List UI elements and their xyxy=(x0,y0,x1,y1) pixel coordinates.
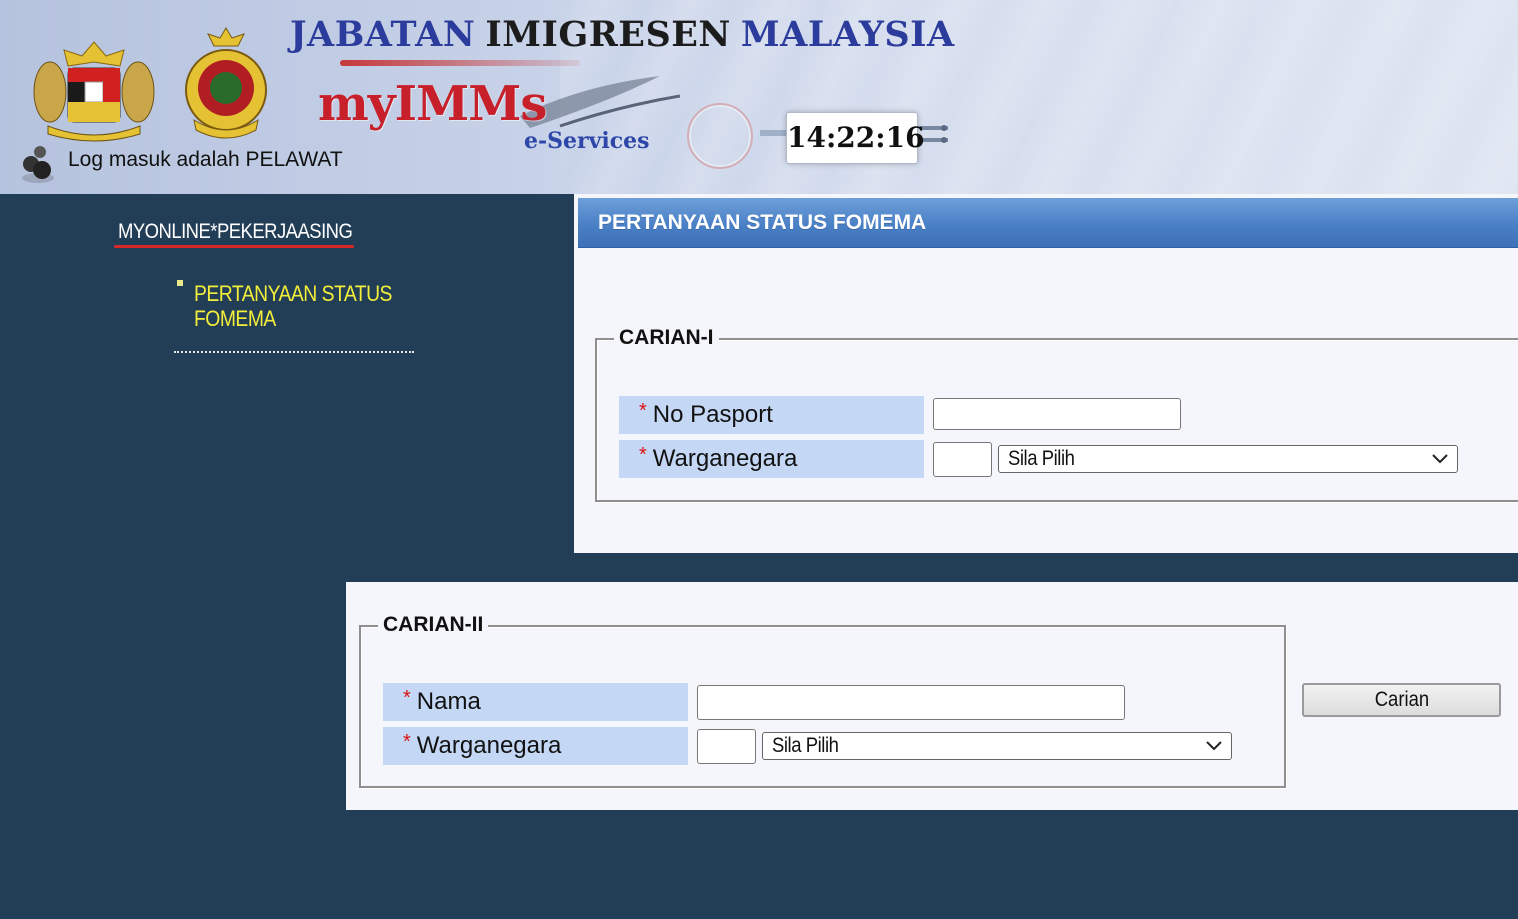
decorative-ring-graphic xyxy=(687,103,753,169)
nationality-code-input-2[interactable] xyxy=(697,729,756,764)
passport-number-input[interactable] xyxy=(933,398,1181,430)
nationality-select-1[interactable]: Sila Pilih xyxy=(998,445,1458,473)
name-input[interactable] xyxy=(697,685,1125,720)
clock-display: 14:22:16 xyxy=(786,112,925,164)
required-marker: * xyxy=(639,400,647,422)
malaysia-coat-of-arms-icon xyxy=(33,41,155,142)
nav-section-heading[interactable]: MYONLINE*PEKERJAASING xyxy=(118,220,353,244)
title-word-jabatan: JABATAN xyxy=(290,14,476,55)
label-warganegara-1: * Warganegara xyxy=(619,440,924,478)
required-marker: * xyxy=(403,731,411,753)
fieldset-legend-carian-2: CARIAN-II xyxy=(378,613,489,637)
nationality-select-1-value: Sila Pilih xyxy=(1008,447,1075,470)
brand-subtitle: e-Services xyxy=(524,128,650,154)
brand-logo-text: myIMMs xyxy=(318,76,547,132)
title-underline-swoosh xyxy=(340,60,580,66)
nav-item-pertanyaan-status-fomema[interactable]: PERTANYAAN STATUS FOMEMA xyxy=(194,281,423,331)
page-title: PERTANYAAN STATUS FOMEMA xyxy=(598,211,927,234)
header-banner: JABATAN IMIGRESEN MALAYSIA myIMMs e-Servic… xyxy=(0,0,1518,194)
search-button[interactable]: Carian xyxy=(1302,683,1501,717)
title-word-imigresen: IMIGRESEN xyxy=(485,14,731,55)
nationality-select-2[interactable]: Sila Pilih xyxy=(762,732,1232,760)
nationality-code-input-1[interactable] xyxy=(933,442,992,477)
label-nama: * Nama xyxy=(383,683,688,721)
search-button-label: Carian xyxy=(1374,688,1429,711)
immigration-department-logo-icon xyxy=(185,27,267,139)
label-warganegara-2: * Warganegara xyxy=(383,727,688,765)
label-warganegara-2-text: Warganegara xyxy=(416,732,562,759)
department-title: JABATAN IMIGRESEN MALAYSIA xyxy=(290,14,955,55)
label-no-pasport: * No Pasport xyxy=(619,396,924,434)
required-marker: * xyxy=(639,444,647,466)
label-no-pasport-text: No Pasport xyxy=(652,401,773,428)
chevron-down-icon xyxy=(1206,741,1222,751)
nav-heading-underline xyxy=(114,245,354,248)
required-marker: * xyxy=(403,687,411,709)
label-nama-text: Nama xyxy=(416,688,481,715)
fieldset-legend-carian-1: CARIAN-I xyxy=(614,326,719,350)
label-warganegara-1-text: Warganegara xyxy=(652,445,798,472)
visitor-user-icon xyxy=(22,146,54,183)
title-word-malaysia: MALAYSIA xyxy=(740,14,955,55)
nav-bullet-icon xyxy=(177,280,183,286)
chevron-down-icon xyxy=(1432,454,1448,464)
login-status-text: Log masuk adalah PELAWAT xyxy=(68,148,343,171)
nationality-select-2-value: Sila Pilih xyxy=(772,734,839,757)
nav-dotted-divider xyxy=(174,351,414,353)
